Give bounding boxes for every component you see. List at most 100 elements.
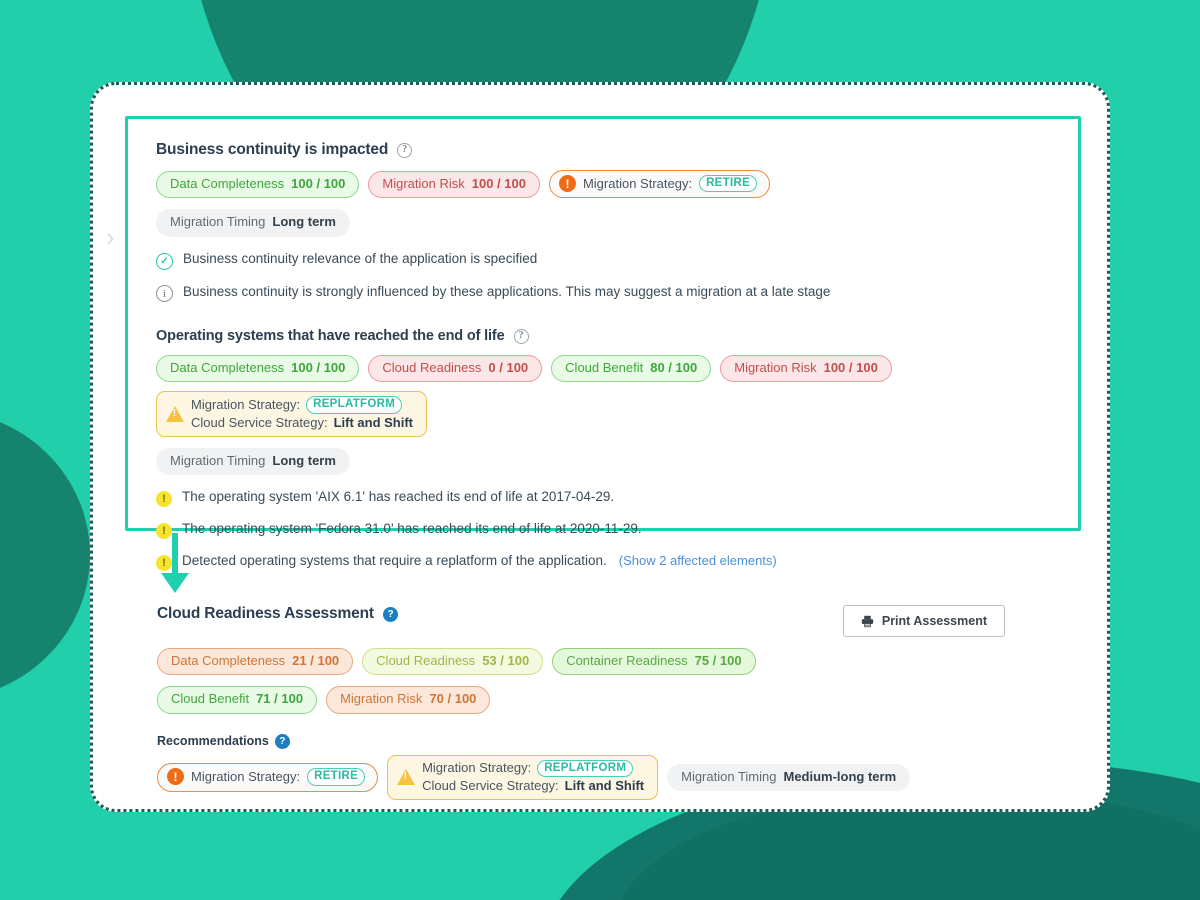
score-badge[interactable]: Cloud Readiness 0 / 100: [368, 355, 543, 383]
expand-chevron-icon[interactable]: ›: [106, 224, 115, 250]
page-title: Cloud Readiness Assessment: [157, 605, 374, 622]
assessment-title-row: Cloud Readiness Assessment ?: [157, 605, 398, 623]
score-badge-label: Container Readiness: [566, 653, 688, 668]
migration-strategy-badge[interactable]: Migration Strategy: REPLATFORMCloud Servi…: [156, 391, 428, 437]
section-badges-row-1: Data Completeness 100 / 100 Migration Risk…: [156, 170, 1052, 199]
score-badge[interactable]: Migration Risk 100 / 100: [368, 170, 540, 198]
finding-message-body: Business continuity is strongly influenc…: [183, 284, 830, 299]
question-circle-icon[interactable]: ?: [382, 606, 398, 622]
app-window: › Business continuity is impacted? Data C…: [90, 82, 1110, 812]
recommendations-row: ! Migration Strategy: RETIRE Migration Stra…: [157, 754, 1057, 801]
finding-message-body: The operating system 'Fedora 31.0' has r…: [182, 521, 642, 536]
score-badge[interactable]: Data Completeness 21 / 100: [157, 648, 354, 676]
migration-strategy-tag: RETIRE: [307, 768, 366, 786]
score-badge[interactable]: Data Completeness 100 / 100: [156, 355, 360, 383]
score-badge-value: 21 / 100: [292, 653, 340, 668]
check-circle-icon: ✓: [156, 252, 173, 270]
finding-section: Business continuity is impacted? Data Com…: [156, 141, 1052, 303]
migration-strategy-tag: RETIRE: [699, 175, 758, 193]
warning-circle-icon: !: [156, 490, 172, 508]
cloud-readiness-assessment-section: Cloud Readiness Assessment ? Print Asses…: [157, 605, 1057, 801]
flow-arrow-icon: [161, 533, 189, 593]
score-badge-value: Long term: [272, 214, 336, 230]
score-badge[interactable]: Cloud Benefit 71 / 100: [157, 686, 318, 714]
score-badge-label: Cloud Benefit: [565, 360, 644, 376]
score-badge[interactable]: Cloud Benefit 80 / 100: [551, 355, 712, 383]
strategy-line-2: Cloud Service Strategy: Lift and Shift: [191, 415, 413, 431]
score-badge-value: 53 / 100: [482, 653, 530, 668]
score-badge[interactable]: Data Completeness 100 / 100: [156, 170, 360, 198]
question-circle-icon[interactable]: ?: [274, 733, 290, 749]
warning-triangle-icon: [166, 405, 184, 422]
score-badge-value: 100 / 100: [291, 360, 346, 376]
strategy-lines: Migration Strategy: REPLATFORM Cloud Servi…: [422, 759, 644, 795]
section-title: Operating systems that have reached the …: [156, 328, 505, 345]
finding-message: ! Detected operating systems that require…: [156, 553, 1052, 572]
score-badge[interactable]: Container Readiness 75 / 100: [552, 648, 756, 676]
assessment-scores-row-2: Cloud Benefit 71 / 100 Migration Risk 70 / …: [157, 686, 1057, 714]
finding-message-body: The operating system 'AIX 6.1' has reach…: [182, 489, 614, 504]
finding-message: ✓ Business continuity relevance of the ap…: [156, 251, 1052, 270]
migration-strategy-tag: REPLATFORM: [537, 759, 634, 777]
strategy-line-2: Cloud Service Strategy: Lift and Shift: [422, 778, 644, 794]
score-badge-label: Migration Timing: [170, 453, 266, 468]
score-badge[interactable]: Migration Timing Long term: [156, 448, 350, 476]
score-badge[interactable]: Migration Risk 100 / 100: [720, 355, 892, 383]
score-badge-label: Migration Timing: [170, 214, 266, 230]
score-badge-label: Migration Risk: [734, 360, 817, 376]
exclamation-circle-icon: !: [558, 175, 576, 193]
strategy-line-1: Migration Strategy: REPLATFORM: [422, 759, 644, 777]
print-assessment-button[interactable]: Print Assessment: [842, 605, 1005, 637]
finding-message: ! The operating system 'Fedora 31.0' has …: [156, 521, 1052, 540]
score-badge-value: Long term: [272, 453, 336, 468]
migration-strategy-label: Migration Strategy:: [191, 768, 301, 784]
score-badge-value: 75 / 100: [694, 653, 742, 668]
info-circle-icon: i: [156, 285, 173, 303]
finding-message-text: Business continuity is strongly influenc…: [183, 283, 831, 299]
migration-strategy-label: Migration Strategy:: [582, 175, 693, 191]
question-circle-icon[interactable]: ?: [397, 142, 413, 158]
section-badges-row-2: Migration Timing Long term: [156, 448, 1052, 476]
finding-message: i Business continuity is strongly influen…: [156, 284, 1052, 303]
exclamation-circle-icon: !: [167, 768, 184, 786]
score-badge-label: Data Completeness: [170, 175, 285, 191]
score-badge[interactable]: Migration Risk 70 / 100: [326, 686, 491, 714]
migration-strategy-badge[interactable]: ! Migration Strategy: RETIRE: [548, 170, 771, 199]
section-badges-row-1: Data Completeness 100 / 100 Cloud Readines…: [156, 355, 1052, 437]
finding-message-text: Detected operating systems that require …: [182, 553, 607, 569]
score-badge-label: Cloud Readiness: [382, 360, 482, 376]
show-affected-elements-link[interactable]: (Show 2 affected elements): [619, 553, 777, 568]
score-badge-label: Migration Risk: [340, 691, 423, 707]
question-circle-icon[interactable]: ?: [513, 328, 529, 344]
score-badge-value: 100 / 100: [823, 360, 878, 376]
section-title-row: Operating systems that have reached the …: [156, 328, 1052, 344]
section-messages: ✓ Business continuity relevance of the ap…: [156, 251, 1052, 303]
cloud-service-strategy-label: Cloud Service Strategy:: [191, 414, 328, 430]
score-badge[interactable]: Cloud Readiness 53 / 100: [362, 648, 544, 676]
finding-section: Operating systems that have reached the …: [156, 328, 1052, 572]
score-badge-value: 0 / 100: [488, 360, 529, 376]
finding-message-body: Business continuity relevance of the app…: [183, 251, 537, 266]
cloud-service-strategy-value: Lift and Shift: [564, 777, 645, 793]
finding-message-text: Business continuity relevance of the app…: [183, 250, 538, 266]
warning-triangle-icon: [397, 768, 416, 785]
finding-message-body: Detected operating systems that require …: [182, 553, 777, 568]
print-assessment-label: Print Assessment: [881, 614, 987, 628]
cloud-service-strategy-label: Cloud Service Strategy:: [422, 777, 559, 793]
migration-strategy-badge[interactable]: Migration Strategy: REPLATFORMCloud Servi…: [387, 754, 659, 801]
finding-message: ! The operating system 'AIX 6.1' has reac…: [156, 489, 1052, 508]
migration-strategy-badge[interactable]: ! Migration Strategy: RETIRE: [157, 763, 379, 792]
flow-arrow: [155, 533, 195, 605]
score-badge-label: Migration Timing: [681, 768, 777, 784]
score-badge-value: Medium-long term: [783, 768, 897, 784]
score-badge[interactable]: Migration Timing Medium-long term: [667, 763, 911, 791]
migration-strategy-label: Migration Strategy:: [191, 396, 301, 412]
score-badge-value: 70 / 100: [429, 691, 477, 707]
score-badge-label: Data Completeness: [170, 360, 285, 376]
score-badge-label: Migration Risk: [382, 175, 465, 191]
recommendations-label: Recommendations: [157, 734, 269, 748]
section-badges-row-2: Migration Timing Long term: [156, 209, 1052, 237]
score-badge[interactable]: Migration Timing Long term: [156, 209, 350, 237]
score-badge-label: Data Completeness: [171, 653, 286, 668]
migration-strategy-tag: REPLATFORM: [306, 396, 403, 414]
